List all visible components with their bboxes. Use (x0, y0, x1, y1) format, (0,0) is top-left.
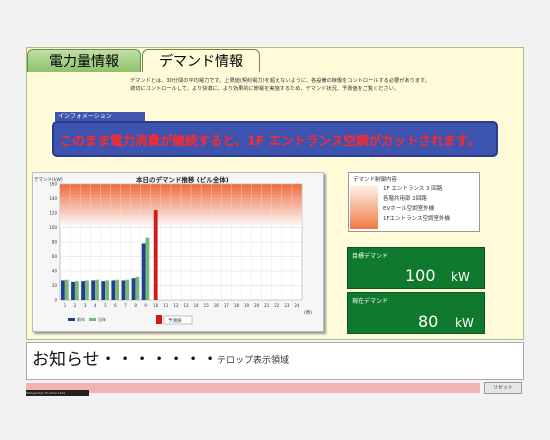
bar-previous (101, 281, 106, 300)
control-item: 1Fエントランス空調室外機 (383, 216, 451, 222)
x-tick-label: 11 (163, 303, 169, 308)
bar-previous (81, 281, 86, 300)
y-tick-label: 100 (49, 225, 57, 230)
information-message: このまま電力消費が継続すると、1F エントランス空調がカットされます。 (60, 133, 480, 148)
current-demand-unit: kW (455, 316, 474, 330)
x-tick-label: 10 (153, 303, 159, 308)
x-tick-label: 2 (74, 303, 77, 308)
x-tick-label: 18 (234, 303, 240, 308)
y-tick-label: 0 (54, 298, 57, 303)
x-tick-label: 16 (214, 303, 220, 308)
bar-current (115, 279, 120, 300)
y-tick-label: 20 (52, 283, 58, 288)
x-tick-label: 4 (94, 303, 97, 308)
demand-description: デマンドとは、30分間の平均電力です。上限値(契約電力)を超えないように、各設備… (130, 78, 430, 92)
notice-title: お知らせ・・・・・・・ (32, 350, 219, 370)
y-tick-label: 140 (49, 196, 57, 201)
current-demand-value: 80 (418, 312, 439, 331)
bar-previous (121, 280, 126, 300)
x-tick-label: 9 (144, 303, 147, 308)
x-tick-label: 21 (264, 303, 270, 308)
bar-current (105, 280, 110, 300)
footer-bar (26, 383, 480, 393)
y-tick-labels: 0 20 40 60 80 100 120 140 160 (49, 182, 57, 303)
x-tick-label: 5 (104, 303, 107, 308)
y-tick-label: 120 (49, 211, 57, 216)
control-item: 1F エントランス 3 回路 (383, 186, 443, 192)
x-tick-label: 8 (134, 303, 137, 308)
bar-current (64, 279, 69, 300)
y-tick-label: 80 (52, 240, 58, 245)
x-tick-label: 24 (294, 303, 300, 308)
x-tick-label: 3 (84, 303, 87, 308)
x-tick-label: 12 (173, 303, 179, 308)
bar-current (95, 279, 99, 300)
legend-swatch-forecast (156, 315, 162, 324)
x-tick-labels: 1 2 3 4 5 6 7 8 9 10 11 12 13 14 15 16 17 18 19 20 21 22 23 24 (64, 303, 300, 308)
control-swatch (350, 185, 378, 229)
bar-previous (91, 280, 96, 300)
x-tick-label: 13 (183, 303, 189, 308)
y-tick-label: 40 (52, 269, 58, 274)
reset-button[interactable]: リセット (484, 382, 522, 394)
bar-current (135, 276, 140, 300)
tab-energy-info[interactable]: 電力量情報 (27, 49, 141, 72)
bar-current (145, 237, 150, 300)
information-label: インフォメーション (55, 112, 145, 121)
target-demand-label: 目標デマンド (352, 253, 389, 260)
bar-previous (71, 281, 75, 300)
footer-tag: MSAppHost TV-2010-1101 (26, 390, 89, 396)
x-tick-label: 15 (204, 303, 210, 308)
x-tick-label: 20 (254, 303, 260, 308)
x-tick-label: 14 (194, 303, 200, 308)
x-tick-label: 1 (64, 303, 67, 308)
control-item: EVホール空調室外機 (383, 206, 435, 212)
bar-current (85, 280, 89, 300)
bar-forecast (153, 210, 158, 300)
bar-previous (111, 280, 116, 300)
x-tick-label: 17 (224, 303, 230, 308)
legend-swatch-current (89, 318, 96, 321)
x-tick-label: 22 (274, 303, 280, 308)
x-tick-label: 6 (114, 303, 117, 308)
x-tick-label: 7 (124, 303, 127, 308)
y-tick-label: 60 (52, 254, 58, 259)
bar-current (74, 281, 79, 300)
legend-label-previous: 前年 (77, 316, 85, 322)
control-item: 各階共用部 2回路 (383, 196, 427, 202)
legend-label-current: 当年 (98, 316, 106, 322)
tab-demand-info[interactable]: デマンド情報 (142, 49, 260, 72)
bar-previous (141, 243, 146, 300)
control-title: デマンド制御内容 (353, 177, 398, 183)
current-demand-label: 現在デマンド (352, 298, 389, 305)
chart-title: 本日のデマンド推移 (ビル全体) (136, 175, 229, 184)
chart-xlabel: (時) (304, 310, 312, 316)
legend-swatch-previous (68, 318, 75, 321)
x-tick-label: 19 (244, 303, 250, 308)
legend-label-forecast: 予測値 (168, 317, 182, 324)
y-tick-label: 160 (49, 182, 57, 187)
demand-chart: 本日のデマンド推移 (ビル全体) デマンド[kW] (時) 0204060801… (34, 175, 312, 325)
x-tick-label: 23 (284, 303, 290, 308)
target-demand-unit: kW (451, 270, 470, 284)
target-demand-value: 100 (405, 266, 436, 285)
bar-current (125, 279, 130, 300)
notice-ticker: テロップ表示領域 (217, 356, 290, 366)
bar-previous (131, 278, 136, 300)
bar-previous (61, 280, 65, 300)
